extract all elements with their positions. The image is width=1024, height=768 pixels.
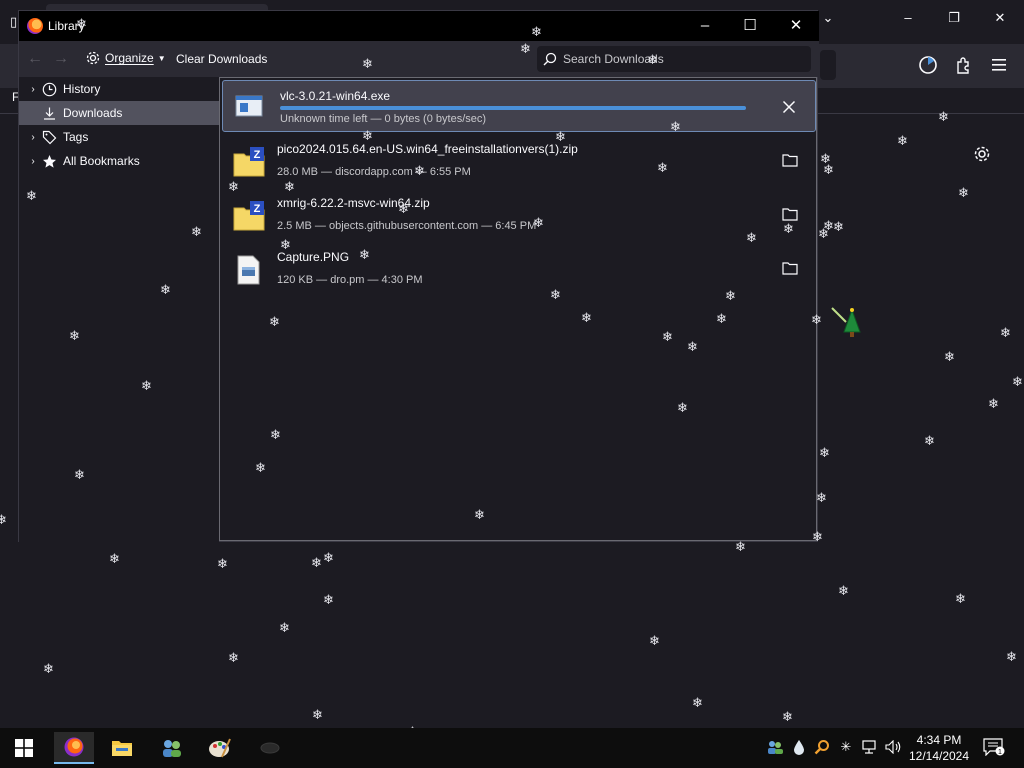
folder-icon [782,154,798,167]
show-in-folder-button[interactable] [780,150,800,170]
account-icon[interactable] [917,54,939,76]
tag-icon [41,129,57,145]
restore-button[interactable]: ❐ [942,10,966,26]
close-icon [782,100,796,114]
download-progress-fill [280,106,746,110]
chevron-down-icon[interactable]: ⌄ [816,10,840,26]
library-maximize-button[interactable]: ☐ [735,15,765,37]
sidebar-item-downloads[interactable]: Downloads [19,101,219,125]
droplet-tray-icon[interactable] [790,738,808,756]
sidebar-item-label: History [63,82,101,96]
chevron-down-icon: ▼ [157,53,166,63]
download-item-active[interactable]: vlc-3.0.21-win64.exe Unknown time left —… [222,80,816,132]
folder-icon [782,262,798,275]
search-downloads-input[interactable] [563,52,803,66]
chevron-right-icon[interactable]: › [27,156,39,167]
gear-icon[interactable] [972,144,992,164]
chevron-right-icon[interactable]: › [27,84,39,95]
network-icon[interactable] [861,738,879,756]
people-tray-icon[interactable] [766,738,784,756]
minimize-button[interactable]: – [896,10,920,25]
download-progress-bar [280,106,746,110]
star-icon [41,153,57,169]
firefox-icon [64,737,84,757]
folder-icon [112,741,132,756]
snowflake-tray-icon[interactable]: ✳ [837,738,855,756]
close-button[interactable]: ✕ [988,10,1012,26]
download-item[interactable]: Z xmrig-6.22.2-msvc-win64.zip 2.5 MB — o… [220,188,818,242]
cancel-download-button[interactable] [779,97,799,117]
search-tray-icon[interactable] [813,738,831,756]
svg-text:Z: Z [254,149,261,161]
taskbar-app-dim[interactable] [250,732,290,764]
download-name: vlc-3.0.21-win64.exe [280,89,391,103]
taskbar-paint[interactable] [200,732,240,764]
library-toolbar: ← → Organize ▼ Clear Downloads [19,41,819,77]
download-status: 2.5 MB — objects.githubusercontent.com —… [277,220,537,232]
download-status: 28.0 MB — discordapp.com — 6:55 PM [277,166,471,178]
search-downloads-box[interactable] [537,46,811,72]
clock-icon [41,81,57,97]
library-close-button[interactable]: ✕ [781,15,811,37]
volume-icon[interactable] [885,738,903,756]
download-icon [41,105,57,121]
exe-file-icon [234,91,264,121]
download-name: xmrig-6.22.2-msvc-win64.zip [277,196,430,210]
extensions-icon[interactable] [953,54,975,76]
download-status: 120 KB — dro.pm — 4:30 PM [277,274,423,286]
download-status: Unknown time left — 0 bytes (0 bytes/sec… [280,113,487,125]
download-item[interactable]: Z pico2024.015.64.en-US.win64_freeinstal… [220,134,818,188]
background-tab-icon: ▯ [10,14,18,29]
zip-file-icon: Z [233,200,265,231]
app-icon [260,742,280,754]
sidebar-item-label: Tags [63,130,89,144]
christmas-tree-cursor-icon [830,306,864,340]
menu-icon[interactable] [989,54,1011,76]
organize-label: Organize [105,51,154,65]
windows-logo-icon [15,739,33,757]
folder-icon [782,208,798,221]
firefox-logo-icon [27,18,43,34]
library-titlebar[interactable]: Library – ☐ ✕ [19,11,819,41]
start-button[interactable] [4,732,44,764]
forward-arrow-icon[interactable]: → [53,50,69,68]
zip-file-icon: Z [233,146,265,177]
download-name: pico2024.015.64.en-US.win64_freeinstalla… [277,142,578,156]
sidebar-item-all-bookmarks[interactable]: › All Bookmarks [19,149,219,173]
chevron-right-icon[interactable]: › [27,132,39,143]
clear-downloads-button[interactable]: Clear Downloads [176,52,267,66]
clock-time: 4:34 PM [916,733,962,747]
organize-button[interactable]: Organize ▼ [85,50,166,66]
taskbar-firefox[interactable] [54,732,94,764]
show-in-folder-button[interactable] [780,258,800,278]
sidebar-item-tags[interactable]: › Tags [19,125,219,149]
paint-palette-icon [209,738,231,758]
gear-icon [86,51,100,65]
sidebar-item-history[interactable]: › History [19,77,219,101]
show-in-folder-button[interactable] [780,204,800,224]
users-icon [163,740,181,757]
library-minimize-button[interactable]: – [690,15,720,37]
background-urlbar[interactable] [820,50,836,80]
clock-date: 12/14/2024 [908,749,970,763]
sidebar-item-label: Downloads [63,106,123,120]
taskbar-app-users[interactable] [152,732,192,764]
taskbar: ✳ 4:34 PM 12/14/2024 1 [0,728,1024,768]
downloads-list: vlc-3.0.21-win64.exe Unknown time left —… [219,77,817,541]
notification-count: 1 [998,749,1002,756]
library-title: Library [48,19,85,33]
svg-text:Z: Z [254,203,261,215]
notification-icon: 1 [983,738,1005,756]
taskbar-clock[interactable]: 4:34 PM 12/14/2024 [904,732,974,764]
download-item[interactable]: Capture.PNG 120 KB — dro.pm — 4:30 PM [220,242,818,296]
image-file-icon [233,254,263,285]
sidebar-item-label: All Bookmarks [63,154,140,168]
library-window: Library – ☐ ✕ ← → Organize ▼ Clear Downl… [18,10,819,543]
back-arrow-icon[interactable]: ← [27,50,43,68]
library-sidebar: › History Downloads › Tags › All Bookmar… [19,77,219,543]
download-name: Capture.PNG [277,250,350,264]
search-icon [543,52,557,66]
notifications-button[interactable]: 1 [982,738,1006,756]
taskbar-file-explorer[interactable] [102,732,142,764]
